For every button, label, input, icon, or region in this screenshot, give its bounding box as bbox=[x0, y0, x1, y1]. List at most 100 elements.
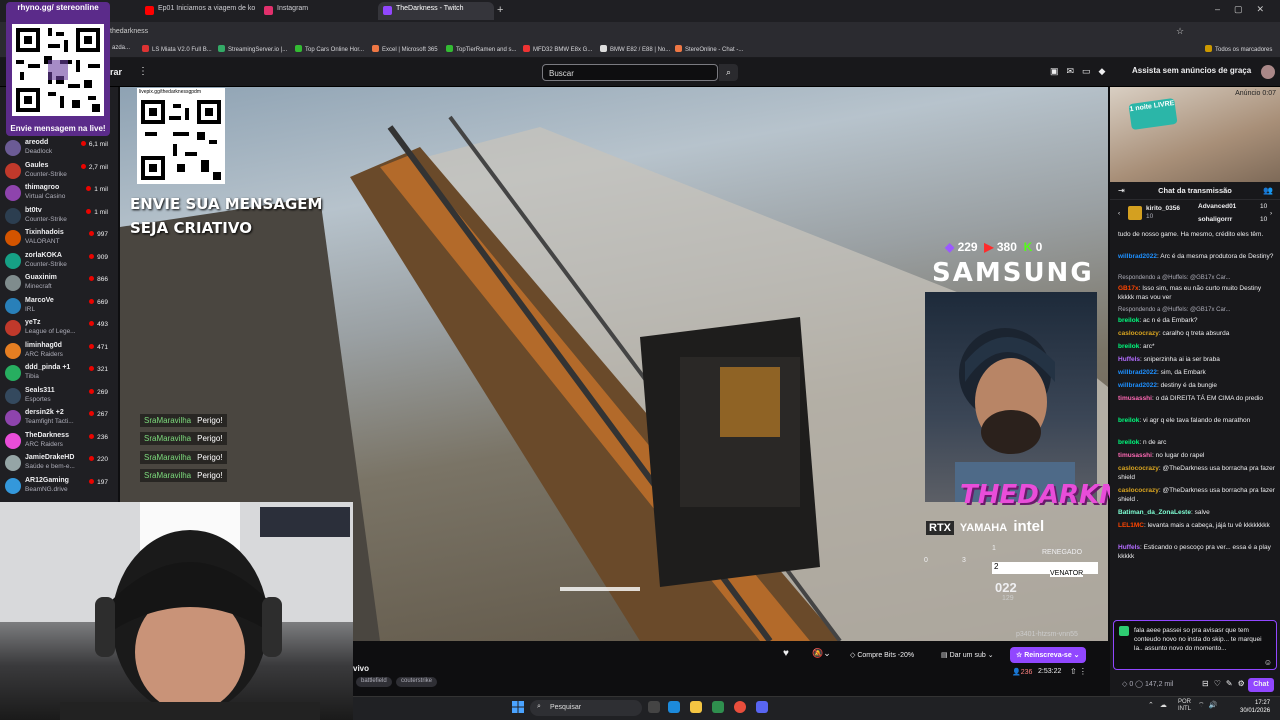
share-icon[interactable]: ⇧ ⋮ bbox=[1070, 667, 1087, 676]
sidebar-channel[interactable]: AR12Gaming BeamNG.drive 197 bbox=[0, 475, 118, 498]
spreadsheet-icon[interactable] bbox=[712, 701, 724, 713]
search-button[interactable]: ⌕ bbox=[719, 64, 738, 81]
chat-message[interactable]: timusasshi: o dá DIREITA TÁ EM CIMA do p… bbox=[1118, 394, 1276, 403]
bookmark-1[interactable]: LS Miata V2.0 Full B... bbox=[142, 45, 212, 53]
chat-message[interactable]: willbrad2022: destiny é da bungie bbox=[1118, 381, 1276, 390]
chat-username[interactable]: breilok bbox=[1118, 317, 1139, 324]
sidebar-channel[interactable]: zorlaKOKA Counter-Strike 909 bbox=[0, 250, 118, 273]
chat-username[interactable]: timusasshi bbox=[1118, 452, 1152, 459]
turbo-button[interactable]: Assista sem anúncios de graça bbox=[1132, 66, 1251, 75]
window-controls[interactable]: –▢✕ bbox=[1215, 4, 1278, 15]
prev-icon[interactable]: ‹ bbox=[1118, 210, 1120, 217]
chrome-icon[interactable] bbox=[734, 701, 746, 713]
user-avatar[interactable] bbox=[1261, 65, 1275, 79]
bookmark-3[interactable]: Top Cars Online Hor... bbox=[295, 45, 364, 53]
windows-start-icon[interactable] bbox=[512, 701, 524, 713]
taskbar-search[interactable]: ⌕ Pesquisar bbox=[530, 700, 642, 716]
next-icon[interactable]: › bbox=[1270, 210, 1272, 217]
chat-username[interactable]: caslococrazy bbox=[1118, 465, 1159, 472]
send-chat-button[interactable]: Chat bbox=[1248, 678, 1274, 692]
follow-heart-icon[interactable]: ♥ bbox=[783, 648, 789, 659]
chat-message[interactable]: Batiman_da_ZonaLeste: salve bbox=[1118, 508, 1276, 517]
language-indicator[interactable]: POR INTL bbox=[1178, 699, 1194, 713]
notifications-icon[interactable]: 🔕⌄ bbox=[812, 648, 831, 659]
sidebar-channel[interactable]: MarcoVe IRL 669 bbox=[0, 295, 118, 318]
bookmark-5[interactable]: TopTierRamen and s... bbox=[446, 45, 516, 53]
chat-username[interactable]: Huffels bbox=[1118, 544, 1140, 551]
sidebar-channel[interactable]: bt0tv Counter-Strike 1 mil bbox=[0, 205, 118, 228]
chat-message[interactable]: Huffels: Esticando o pescoço pra ver... … bbox=[1118, 543, 1276, 561]
system-icons[interactable]: ⌔🔊 bbox=[1198, 701, 1221, 710]
chat-message[interactable]: LEL1MC: levanta mais a cabeça, jájá tu v… bbox=[1118, 521, 1276, 530]
bookmark-8[interactable]: StereOnline - Chat -... bbox=[675, 45, 743, 53]
chat-username[interactable]: breilok bbox=[1118, 343, 1139, 350]
bookmark-4[interactable]: Excel | Microsoft 365 bbox=[372, 45, 438, 53]
chat-username[interactable]: willbrad2022 bbox=[1118, 382, 1157, 389]
address-bar[interactable]: thedarkness ☆ bbox=[0, 22, 1280, 42]
sidebar-channel[interactable]: Seals311 Esportes 269 bbox=[0, 385, 118, 408]
bookmark-0[interactable]: azda... bbox=[112, 45, 130, 51]
gift-sub-button[interactable]: ▤ Dar um sub ⌄ bbox=[935, 647, 1000, 663]
browser-tab-3[interactable]: Instagram bbox=[259, 2, 375, 20]
chat-username[interactable]: breilok bbox=[1118, 417, 1139, 424]
nav-icons[interactable]: ▣✉▭◆ bbox=[1050, 66, 1113, 77]
chat-message[interactable]: GB17x: Isso sim, mas eu não curto muito … bbox=[1118, 284, 1276, 302]
chat-username[interactable]: LEL1MC bbox=[1118, 522, 1144, 529]
chat-message[interactable]: tudo de nosso game. Ha mesmo, crédito el… bbox=[1118, 230, 1276, 239]
chat-message[interactable]: breilok: vi agr q ele tava falando de ma… bbox=[1118, 416, 1276, 425]
chat-message[interactable]: caslococrazy: @TheDarkness usa borracha … bbox=[1118, 464, 1276, 482]
chat-message[interactable]: caslococrazy: caralho q treta absurda bbox=[1118, 329, 1276, 338]
sidebar-channel[interactable]: dersin2k +2 Teamfight Tacti... 267 bbox=[0, 407, 118, 430]
chat-message[interactable]: caslococrazy: @TheDarkness usa borracha … bbox=[1118, 486, 1276, 504]
chat-username[interactable]: Batiman_da_ZonaLeste bbox=[1118, 509, 1191, 516]
sidebar-channel[interactable]: JamieDrakeHD Saúde e bem-e... 220 bbox=[0, 452, 118, 475]
sidebar-channel[interactable]: thimagroo Virtual Casino 1 mil bbox=[0, 182, 118, 205]
sidebar-channel[interactable]: areodd Deadlock 6,1 mil bbox=[0, 137, 118, 160]
chat-username[interactable]: breilok bbox=[1118, 439, 1139, 446]
resubscribe-button[interactable]: ☆ Reinscreva-se ⌄ bbox=[1010, 647, 1086, 663]
browser-tab-4[interactable]: TheDarkness - Twitch bbox=[378, 2, 494, 20]
collapse-chat-icon[interactable]: ⇥ bbox=[1118, 186, 1125, 195]
chat-username[interactable]: timusasshi bbox=[1118, 395, 1152, 402]
discord-icon[interactable] bbox=[756, 701, 768, 713]
more-menu-icon[interactable]: ⋮ bbox=[138, 66, 148, 77]
chat-username[interactable]: willbrad2022 bbox=[1118, 369, 1157, 376]
chat-message[interactable]: willbrad2022: sim, da Embark bbox=[1118, 368, 1276, 377]
users-icon[interactable]: 👥 bbox=[1263, 186, 1273, 195]
chat-message[interactable]: breilok: arc* bbox=[1118, 342, 1276, 351]
chat-username[interactable]: caslococrazy bbox=[1118, 330, 1159, 337]
chat-message[interactable]: breilok: n de arc bbox=[1118, 438, 1276, 447]
bookmark-7[interactable]: BMW E82 / E88 | No... bbox=[600, 45, 670, 53]
chat-username[interactable]: willbrad2022 bbox=[1118, 253, 1157, 260]
new-tab-icon[interactable]: + bbox=[497, 4, 503, 16]
ad-panel[interactable]: 1 noite LIVRE Anúncio 0:07 bbox=[1110, 87, 1280, 182]
sidebar-channel[interactable]: TheDarkness ARC Raiders 236 bbox=[0, 430, 118, 453]
task-view-icon[interactable] bbox=[648, 701, 660, 713]
chat-message[interactable]: Huffels: sniperzinha ai ia ser braba bbox=[1118, 355, 1276, 364]
all-bookmarks[interactable]: Todos os marcadores bbox=[1205, 45, 1272, 53]
buy-bits-button[interactable]: ◇ Compre Bits -20% bbox=[844, 647, 920, 663]
edge-icon[interactable] bbox=[668, 701, 680, 713]
chat-message[interactable]: timusasshi: no lugar do rapel bbox=[1118, 451, 1276, 460]
chat-input[interactable]: fala aeee passei so pra avisasr que tem … bbox=[1113, 620, 1277, 670]
channel-points[interactable]: ◇ 0 ◯ 147,2 mil bbox=[1122, 680, 1173, 688]
sidebar-channel[interactable]: yeTz League of Lege... 493 bbox=[0, 317, 118, 340]
sidebar-channel[interactable]: ddd_pinda +1 Tibia 321 bbox=[0, 362, 118, 385]
sidebar-channel[interactable]: Guaxinim Minecraft 866 bbox=[0, 272, 118, 295]
emote-icon[interactable]: ☺ bbox=[1264, 658, 1272, 667]
sidebar-channel[interactable]: Gaules Counter-Strike 2,7 mil bbox=[0, 160, 118, 183]
chat-message[interactable]: breilok: ac n é da Embark? bbox=[1118, 316, 1276, 325]
bookmark-2[interactable]: StreamingServer.io |... bbox=[218, 45, 287, 53]
bookmark-6[interactable]: MFD32 BMW E8x G... bbox=[523, 45, 592, 53]
taskbar-clock[interactable]: 17:27 30/01/2026 bbox=[1240, 699, 1270, 715]
tag-couterstrike[interactable]: couterstrike bbox=[396, 677, 438, 687]
chat-username[interactable]: Huffels bbox=[1118, 356, 1140, 363]
search-input[interactable]: Buscar bbox=[542, 64, 718, 81]
chat-username[interactable]: caslococrazy bbox=[1118, 487, 1159, 494]
tag-battlefield[interactable]: battlefield bbox=[356, 677, 392, 687]
tray-icons[interactable]: ⌃☁ bbox=[1148, 701, 1173, 709]
star-icon[interactable]: ☆ bbox=[1176, 26, 1184, 37]
sidebar-channel[interactable]: liminhag0d ARC Raiders 471 bbox=[0, 340, 118, 363]
sidebar-channel[interactable]: Tixinhadois VALORANT 997 bbox=[0, 227, 118, 250]
nav-link[interactable]: rar bbox=[110, 67, 122, 77]
